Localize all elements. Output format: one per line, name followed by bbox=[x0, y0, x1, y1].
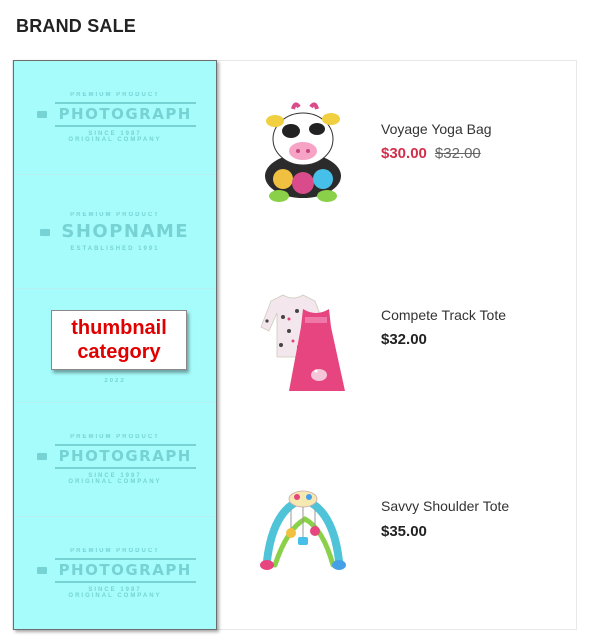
old-price: $32.00 bbox=[434, 145, 481, 162]
product-card[interactable]: Compete Track Tote $32.00 bbox=[253, 287, 563, 397]
section-title: BRAND SALE bbox=[16, 16, 137, 36]
product-price: $32.00 bbox=[381, 331, 427, 348]
product-image-play-gym[interactable] bbox=[253, 479, 353, 584]
brand-logo-shopname[interactable]: PREMIUM PRODUCT SHOPNAME ESTABLISHED 199… bbox=[14, 175, 216, 289]
brand-logo-photograph[interactable]: PREMIUM PRODUCT PHOTOGRAPH SINCE 1987 OR… bbox=[14, 403, 216, 517]
thumbnail-category-label: thumbnail category bbox=[51, 310, 187, 370]
product-name[interactable]: Savvy Shoulder Tote bbox=[381, 498, 509, 514]
sale-price: $30.00 bbox=[381, 145, 427, 162]
camera-icon bbox=[37, 567, 48, 575]
shop-icon bbox=[39, 228, 50, 236]
camera-icon bbox=[37, 453, 48, 461]
brand-logo: PREMIUM PRODUCT PHOTOGRAPH SINCE 1987 OR… bbox=[34, 92, 196, 143]
product-image-baby-dress[interactable] bbox=[253, 287, 353, 392]
brand-logo-photograph[interactable]: PREMIUM PRODUCT PHOTOGRAPH SINCE 1987 OR… bbox=[14, 61, 216, 175]
product-name[interactable]: Voyage Yoga Bag bbox=[381, 121, 492, 137]
brand-logo: 2022 bbox=[104, 377, 126, 384]
camera-icon bbox=[37, 111, 48, 119]
product-image-plush-cow[interactable] bbox=[253, 101, 353, 206]
brand-logo: PREMIUM PRODUCT PHOTOGRAPH SINCE 1987 OR… bbox=[34, 548, 196, 599]
brand-logo-photograph[interactable]: PREMIUM PRODUCT PHOTOGRAPH SINCE 1987 OR… bbox=[14, 517, 216, 630]
product-card[interactable]: Voyage Yoga Bag $30.00 $32.00 bbox=[253, 101, 563, 211]
product-card[interactable]: Savvy Shoulder Tote $35.00 bbox=[253, 479, 563, 589]
brand-logo: PREMIUM PRODUCT SHOPNAME ESTABLISHED 199… bbox=[37, 212, 193, 252]
brand-thumbnail-column: PREMIUM PRODUCT PHOTOGRAPH SINCE 1987 OR… bbox=[13, 60, 217, 630]
product-name[interactable]: Compete Track Tote bbox=[381, 307, 506, 323]
brand-sale-panel: PREMIUM PRODUCT PHOTOGRAPH SINCE 1987 OR… bbox=[12, 60, 577, 630]
product-price: $35.00 bbox=[381, 523, 427, 540]
product-price: $30.00 $32.00 bbox=[381, 145, 481, 162]
brand-logo: PREMIUM PRODUCT PHOTOGRAPH SINCE 1987 OR… bbox=[34, 434, 196, 485]
